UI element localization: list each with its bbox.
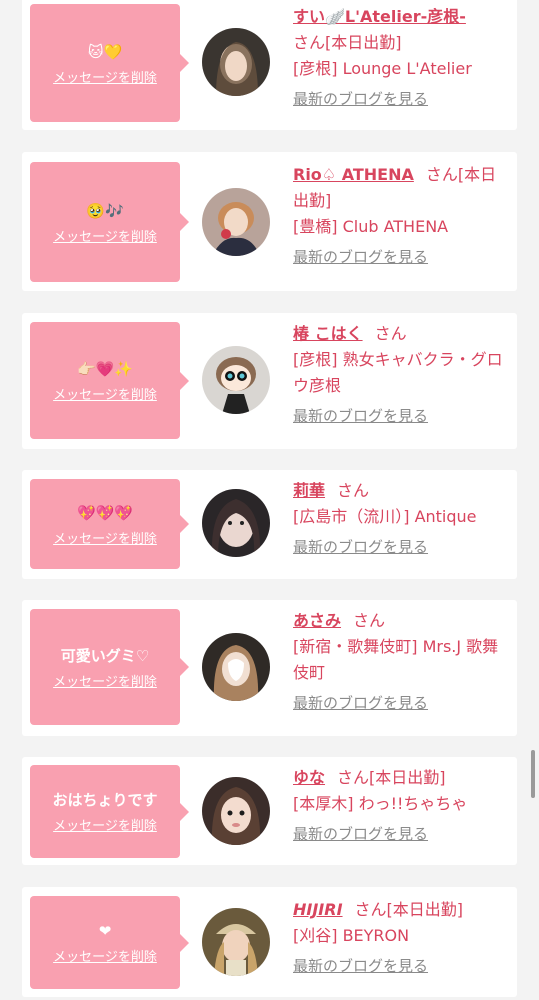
entry-info: ゆな さん[本日出勤] [本厚木] わっ!!ちゃちゃ 最新のブログを見る xyxy=(293,765,509,847)
avatar[interactable] xyxy=(202,633,270,701)
avatar[interactable] xyxy=(202,28,270,96)
shop-label: [彦根] 熟女キャバクラ・グロウ彦根 xyxy=(293,350,503,395)
message-card: 💖💖💖 メッセージを削除 莉華 さん [広島市（流川）] Antique 最新のブ… xyxy=(22,470,517,579)
message-text: 💖💖💖 xyxy=(76,503,134,522)
cast-name-link[interactable]: Rio♤ ATHENA xyxy=(293,165,414,184)
avatar[interactable] xyxy=(202,489,270,557)
san-label: さん xyxy=(374,324,407,343)
status-label: [本日出勤] xyxy=(325,33,402,52)
message-card: 🐱💛 メッセージを削除 すい🪽L'Atelier-彦根- さん[本日出勤] [彦… xyxy=(22,0,517,130)
scrollbar[interactable] xyxy=(531,750,535,798)
latest-blog-link[interactable]: 最新のブログを見る xyxy=(293,403,509,429)
latest-blog-link[interactable]: 最新のブログを見る xyxy=(293,86,509,112)
latest-blog-link[interactable]: 最新のブログを見る xyxy=(293,534,509,560)
message-bubble: おはちょりです メッセージを削除 xyxy=(30,765,189,858)
san-label: さん xyxy=(337,481,370,500)
san-label: さん xyxy=(425,165,458,184)
latest-blog-link[interactable]: 最新のブログを見る xyxy=(293,953,509,979)
delete-message-link[interactable]: メッセージを削除 xyxy=(53,946,157,965)
san-label: さん xyxy=(337,768,370,787)
message-card: 👉🏻💗✨ メッセージを削除 椿 こはく さん [彦根] 熟女キャバクラ・グロウ彦根… xyxy=(22,313,517,449)
san-label: さん xyxy=(354,900,387,919)
cast-name-link[interactable]: 椿 こはく xyxy=(293,324,363,343)
message-card: おはちょりです メッセージを削除 ゆな さん[本日出勤] [本厚木] わっ!!ちゃ… xyxy=(22,757,517,865)
message-text: 🐱💛 xyxy=(87,42,123,61)
message-card: 可愛いグミ♡ メッセージを削除 あさみ さん [新宿・歌舞伎町] Mrs.J 歌舞… xyxy=(22,600,517,736)
latest-blog-link[interactable]: 最新のブログを見る xyxy=(293,690,509,716)
avatar[interactable] xyxy=(202,188,270,256)
message-bubble: 🐱💛 メッセージを削除 xyxy=(30,4,189,122)
latest-blog-link[interactable]: 最新のブログを見る xyxy=(293,244,509,270)
cast-name-link[interactable]: あさみ xyxy=(293,611,341,630)
message-bubble: 🥹🎶 メッセージを削除 xyxy=(30,162,189,282)
cast-name-link[interactable]: ゆな xyxy=(293,768,325,787)
message-text: おはちょりです xyxy=(52,791,158,809)
avatar[interactable] xyxy=(202,346,270,414)
shop-label: [彦根] Lounge L'Atelier xyxy=(293,59,472,78)
cast-name-link[interactable]: HIJIRI xyxy=(293,900,343,919)
cast-name-link[interactable]: 莉華 xyxy=(293,481,325,500)
message-bubble: 💖💖💖 メッセージを削除 xyxy=(30,479,189,569)
message-text: 👉🏻💗✨ xyxy=(76,360,134,378)
shop-label: [本厚木] わっ!!ちゃちゃ xyxy=(293,794,468,813)
message-text: 可愛いグミ♡ xyxy=(60,646,150,665)
shop-label: [豊橋] Club ATHENA xyxy=(293,217,449,236)
delete-message-link[interactable]: メッセージを削除 xyxy=(53,226,157,245)
delete-message-link[interactable]: メッセージを削除 xyxy=(53,671,157,690)
message-text: ❤ xyxy=(98,922,112,940)
entry-info: すい🪽L'Atelier-彦根- さん[本日出勤] [彦根] Lounge L'… xyxy=(293,4,509,112)
message-bubble: 可愛いグミ♡ メッセージを削除 xyxy=(30,609,189,725)
delete-message-link[interactable]: メッセージを削除 xyxy=(53,67,157,86)
cast-name-link[interactable]: すい🪽L'Atelier-彦根- xyxy=(293,7,466,26)
status-label: [本日出勤] xyxy=(369,768,446,787)
message-text: 🥹🎶 xyxy=(86,201,124,220)
shop-label: [広島市（流川）] Antique xyxy=(293,507,477,526)
message-bubble: ❤ メッセージを削除 xyxy=(30,896,189,989)
shop-label: [刈谷] BEYRON xyxy=(293,926,410,945)
message-card: 🥹🎶 メッセージを削除 Rio♤ ATHENA さん[本日出勤] [豊橋] Clu… xyxy=(22,152,517,291)
message-card: ❤ メッセージを削除 HIJIRI さん[本日出勤] [刈谷] BEYRON 最新… xyxy=(22,887,517,997)
entry-info: Rio♤ ATHENA さん[本日出勤] [豊橋] Club ATHENA 最新の… xyxy=(293,162,509,270)
avatar[interactable] xyxy=(202,777,270,845)
san-label: さん xyxy=(293,33,326,52)
delete-message-link[interactable]: メッセージを削除 xyxy=(53,815,157,834)
entry-info: 椿 こはく さん [彦根] 熟女キャバクラ・グロウ彦根 最新のブログを見る xyxy=(293,321,509,429)
message-bubble: 👉🏻💗✨ メッセージを削除 xyxy=(30,322,189,439)
entry-info: 莉華 さん [広島市（流川）] Antique 最新のブログを見る xyxy=(293,478,509,560)
status-label: [本日出勤] xyxy=(386,900,464,919)
entry-info: HIJIRI さん[本日出勤] [刈谷] BEYRON 最新のブログを見る xyxy=(293,897,509,979)
entry-info: あさみ さん [新宿・歌舞伎町] Mrs.J 歌舞伎町 最新のブログを見る xyxy=(293,608,509,716)
latest-blog-link[interactable]: 最新のブログを見る xyxy=(293,821,509,847)
san-label: さん xyxy=(353,611,386,630)
shop-label: [新宿・歌舞伎町] Mrs.J 歌舞伎町 xyxy=(293,637,499,682)
avatar[interactable] xyxy=(202,908,270,976)
delete-message-link[interactable]: メッセージを削除 xyxy=(53,384,157,403)
delete-message-link[interactable]: メッセージを削除 xyxy=(53,528,157,547)
